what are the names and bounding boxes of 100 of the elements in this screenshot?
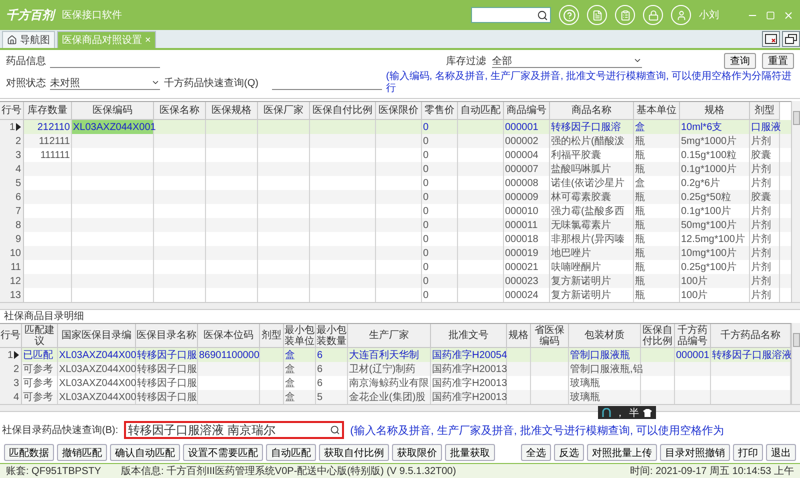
time-text: 时间: 2021-09-17 周五 10:14:53 上午: [630, 464, 794, 478]
maximize-button[interactable]: [766, 10, 775, 20]
column-header[interactable]: 剂型: [260, 324, 284, 348]
table-row[interactable]: 3 可参考 XL03AXZ044X00转移因子口服 盒 6 南京海鲸药业有限 国药准字H20013 玻璃瓶: [0, 376, 791, 390]
shirt-icon[interactable]: [643, 408, 652, 416]
punctuation-mode[interactable]: ，: [615, 406, 625, 420]
row-number-text: 12: [10, 276, 21, 286]
user-button[interactable]: [671, 5, 691, 25]
account-text: 账套: QF951TBPSTY: [6, 464, 102, 478]
table-row[interactable]: 10 0 000019 地巴唑片 瓶 10mg*100片 片剂: [0, 246, 791, 260]
lock-button[interactable]: [643, 5, 663, 25]
column-header[interactable]: 医保限价: [376, 102, 422, 120]
column-header[interactable]: 自动匹配: [458, 102, 504, 120]
action-button[interactable]: 对照批量上传: [587, 444, 657, 461]
input-method-bar[interactable]: ， 半: [598, 406, 656, 419]
table-row[interactable]: 6 0 000009 林可霉素胶囊 瓶 0.25g*50粒 胶囊: [0, 190, 791, 204]
column-header[interactable]: 剂型: [750, 102, 780, 120]
table-row[interactable]: 12 0 000023 复方新诺明片 瓶 100片 片剂: [0, 274, 791, 288]
table-row[interactable]: 1 212110 XL03AXZ044X001 0 000001 转移因子口服溶 盒 10ml*6支 口服液: [0, 120, 791, 134]
width-mode[interactable]: 半: [629, 406, 639, 420]
action-button[interactable]: 目录对照撤销: [660, 444, 730, 461]
document-button[interactable]: [587, 5, 607, 25]
column-header[interactable]: 行号: [0, 324, 22, 348]
column-header[interactable]: 规格: [507, 324, 531, 348]
action-button[interactable]: 全选: [521, 444, 551, 461]
action-button[interactable]: 撤销匹配: [57, 444, 107, 461]
caret-icon: [633, 56, 642, 65]
column-header[interactable]: 医保编码: [72, 102, 154, 120]
column-header[interactable]: 商品名称: [550, 102, 634, 120]
column-header[interactable]: 千方药品编号: [675, 324, 711, 348]
action-button[interactable]: 反选: [554, 444, 584, 461]
action-button[interactable]: 退出: [766, 444, 796, 461]
action-button[interactable]: 批量获取: [445, 444, 495, 461]
action-button[interactable]: 获取自付比例: [319, 444, 389, 461]
column-header[interactable]: 基本单位: [634, 102, 680, 120]
query-button[interactable]: 查询: [724, 53, 756, 69]
column-header[interactable]: 医保厂家: [258, 102, 310, 120]
action-button[interactable]: 匹配数据: [4, 444, 54, 461]
action-button[interactable]: 获取限价: [392, 444, 442, 461]
row-number-text: 3: [15, 150, 21, 160]
search-icon: [537, 10, 548, 20]
search-field[interactable]: [471, 7, 551, 23]
table-row[interactable]: 2 可参考 XL03AXZ044X00转移因子口服 盒 6 卫材(辽宁)制药 国药准字H20013 管制口服液瓶,铝: [0, 362, 791, 376]
close-window-button[interactable]: [762, 31, 780, 47]
action-button[interactable]: 设置不需要匹配: [183, 444, 263, 461]
app-logo: 千方百剂: [6, 6, 54, 24]
table-row[interactable]: 4 0 000007 盐酸吗啉胍片 瓶 0.1g*1000片 片剂: [0, 162, 791, 176]
row-number-text: 13: [10, 290, 21, 300]
clipboard-icon: [620, 10, 630, 20]
action-button[interactable]: 确认自动匹配: [110, 444, 180, 461]
help-button[interactable]: [559, 5, 579, 25]
column-header[interactable]: 规格: [680, 102, 750, 120]
action-button[interactable]: 打印: [733, 444, 763, 461]
lock-icon: [648, 10, 658, 20]
column-header[interactable]: 匹配建议: [22, 324, 58, 348]
column-header[interactable]: 最小包装数量: [316, 324, 348, 348]
scrollbar[interactable]: [791, 323, 800, 404]
column-header[interactable]: 医保规格: [206, 102, 258, 120]
query-button[interactable]: 重置: [762, 53, 794, 69]
column-header[interactable]: 医保自付比例: [641, 324, 675, 348]
action-button[interactable]: 自动匹配: [266, 444, 316, 461]
column-header[interactable]: 零售价: [422, 102, 458, 120]
stock-filter-dropdown[interactable]: 全部: [492, 54, 642, 68]
scrollbar[interactable]: [791, 101, 800, 302]
close-button[interactable]: [783, 10, 794, 20]
field-label: 千方药品快速查询(Q): [164, 76, 260, 90]
table-row[interactable]: 4 可参考 XL03AXZ044X00转移因子口服 盒 5 金花企业(集团)股 国药准字H20013 玻璃瓶: [0, 390, 791, 404]
column-header[interactable]: 国家医保目录编: [58, 324, 136, 348]
field-label: 对照状态: [6, 76, 46, 90]
tab[interactable]: 导航图: [2, 31, 55, 48]
table-row[interactable]: 1 已匹配 XL03AXZ044X00转移因子口服 86901100000 盒 6 大连百利天华制 国药准字H20054 管制口服液瓶 000001 转移因子口服溶液: [0, 348, 791, 362]
column-header[interactable]: 医保名称: [154, 102, 206, 120]
scrollbar[interactable]: [0, 302, 800, 310]
column-header[interactable]: 千方药品名称: [711, 324, 791, 348]
row-number-text: 6: [15, 192, 21, 202]
column-header[interactable]: 医保目录名称: [136, 324, 198, 348]
column-header[interactable]: 包装材质: [569, 324, 641, 348]
version-text: 版本信息: 千方百剂III医药管理系统V0P-配送中心版(特别版) (V 9.5.1.32T00): [121, 464, 456, 478]
column-header[interactable]: 商品编号: [504, 102, 550, 120]
column-header[interactable]: 医保本位码: [198, 324, 260, 348]
column-header[interactable]: 最小包装单位: [284, 324, 316, 348]
row-number-text: 1: [7, 350, 13, 360]
column-header[interactable]: 批准文号: [431, 324, 507, 348]
match-status-dropdown[interactable]: 未对照: [50, 76, 160, 90]
row-number-text: 7: [15, 206, 21, 216]
row-number-text: 4: [15, 164, 21, 174]
column-header[interactable]: 库存数量: [24, 102, 72, 120]
column-header[interactable]: 省医保编码: [531, 324, 569, 348]
restore-window-button[interactable]: [782, 31, 800, 47]
catalog-query-field[interactable]: 转移因子口服溶液 南京瑞尔: [124, 421, 344, 439]
column-header[interactable]: 行号: [0, 102, 24, 120]
column-header[interactable]: 医保自付比例: [310, 102, 376, 120]
field-label: 社保目录药品快速查询(B):: [2, 424, 118, 437]
table-row[interactable]: 2 112111 0 000002 强的松片(醋酸泼 瓶 5mg*1000片 片剂: [0, 134, 791, 148]
clipboard-button[interactable]: [615, 5, 635, 25]
search-icon[interactable]: [330, 425, 340, 435]
row-number-text: 3: [13, 378, 19, 388]
help-icon: [562, 8, 576, 22]
column-header[interactable]: 生产厂家: [348, 324, 431, 348]
table-row[interactable]: 8 0 000011 无味氯霉素片 瓶 50mg*100片 片剂: [0, 218, 791, 232]
